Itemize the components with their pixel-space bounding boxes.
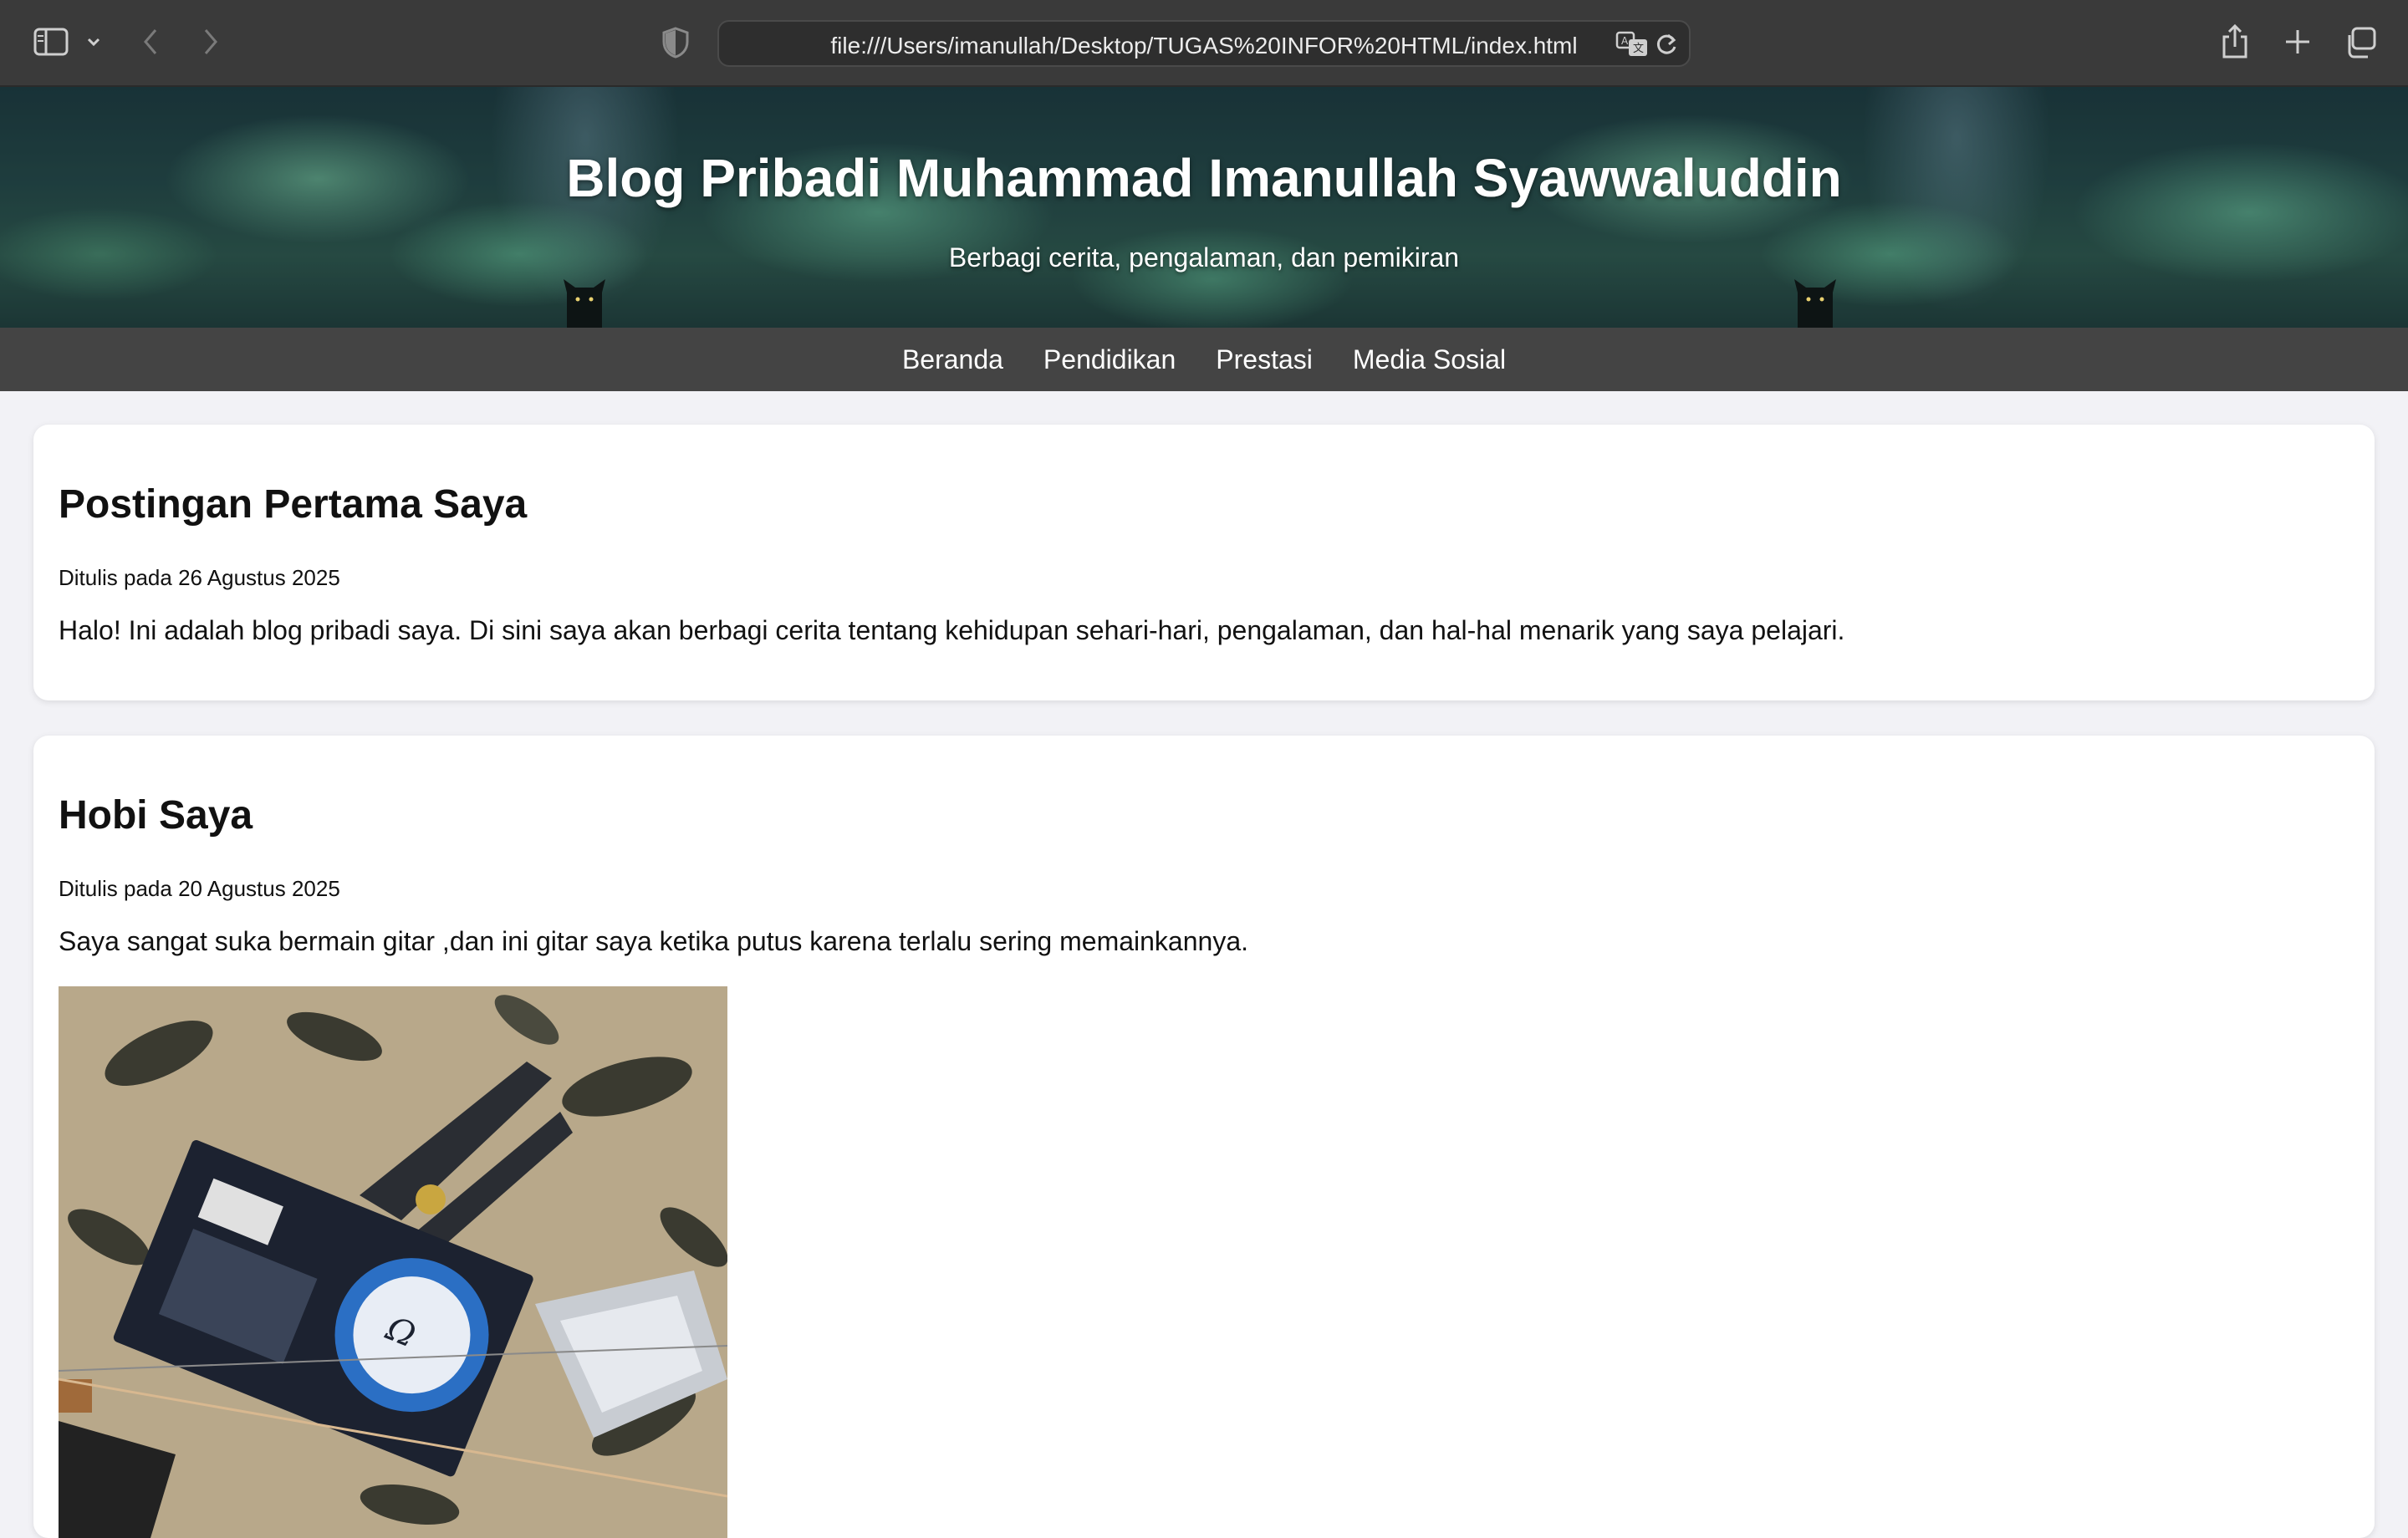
post-body: Saya sangat suka bermain gitar ,dan ini …	[59, 926, 1248, 956]
nav-link-prestasi[interactable]: Prestasi	[1216, 344, 1313, 375]
post-date: Ditulis pada 26 Agustus 2025	[59, 565, 340, 590]
post-body: Halo! Ini adalah blog pribadi saya. Di s…	[59, 615, 1845, 645]
cat-silhouette-icon	[1794, 279, 1836, 328]
translate-icon[interactable]: A文	[1615, 30, 1649, 64]
guitar-strings-photo: Ω	[59, 986, 727, 1538]
browser-toolbar: file:///Users/imanullah/Desktop/TUGAS%20…	[0, 0, 2408, 87]
site-title: Blog Pribadi Muhammad Imanullah Syawwalu…	[566, 148, 1842, 208]
back-icon[interactable]	[140, 27, 161, 57]
svg-text:文: 文	[1633, 43, 1644, 55]
share-icon[interactable]	[2221, 23, 2249, 60]
blog-post: Postingan Pertama Saya Ditulis pada 26 A…	[33, 425, 2375, 700]
chevron-down-icon[interactable]	[85, 33, 102, 50]
nav-link-pendidikan[interactable]: Pendidikan	[1043, 344, 1176, 375]
nav-link-beranda[interactable]: Beranda	[902, 344, 1003, 375]
sidebar-icon[interactable]	[33, 27, 69, 57]
post-title: Postingan Pertama Saya	[59, 482, 528, 527]
address-bar[interactable]: file:///Users/imanullah/Desktop/TUGAS%20…	[717, 20, 1691, 67]
reload-icon[interactable]	[1654, 30, 1679, 64]
main-nav: Beranda Pendidikan Prestasi Media Sosial	[0, 328, 2408, 391]
tabs-icon[interactable]	[2344, 27, 2376, 59]
site-subtitle: Berbagi cerita, pengalaman, dan pemikira…	[948, 242, 1460, 272]
cat-silhouette-icon	[564, 279, 605, 328]
post-date: Ditulis pada 20 Agustus 2025	[59, 876, 340, 901]
plus-icon[interactable]	[2284, 28, 2311, 55]
post-title: Hobi Saya	[59, 793, 253, 838]
nav-link-media-sosial[interactable]: Media Sosial	[1353, 344, 1506, 375]
shield-icon[interactable]	[662, 27, 689, 59]
blog-post: Hobi Saya Ditulis pada 20 Agustus 2025 S…	[33, 736, 2375, 1538]
forward-icon[interactable]	[201, 27, 221, 57]
site-header: Blog Pribadi Muhammad Imanullah Syawwalu…	[0, 87, 2408, 328]
svg-text:A: A	[1621, 35, 1629, 47]
url-text[interactable]: file:///Users/imanullah/Desktop/TUGAS%20…	[719, 33, 1689, 59]
